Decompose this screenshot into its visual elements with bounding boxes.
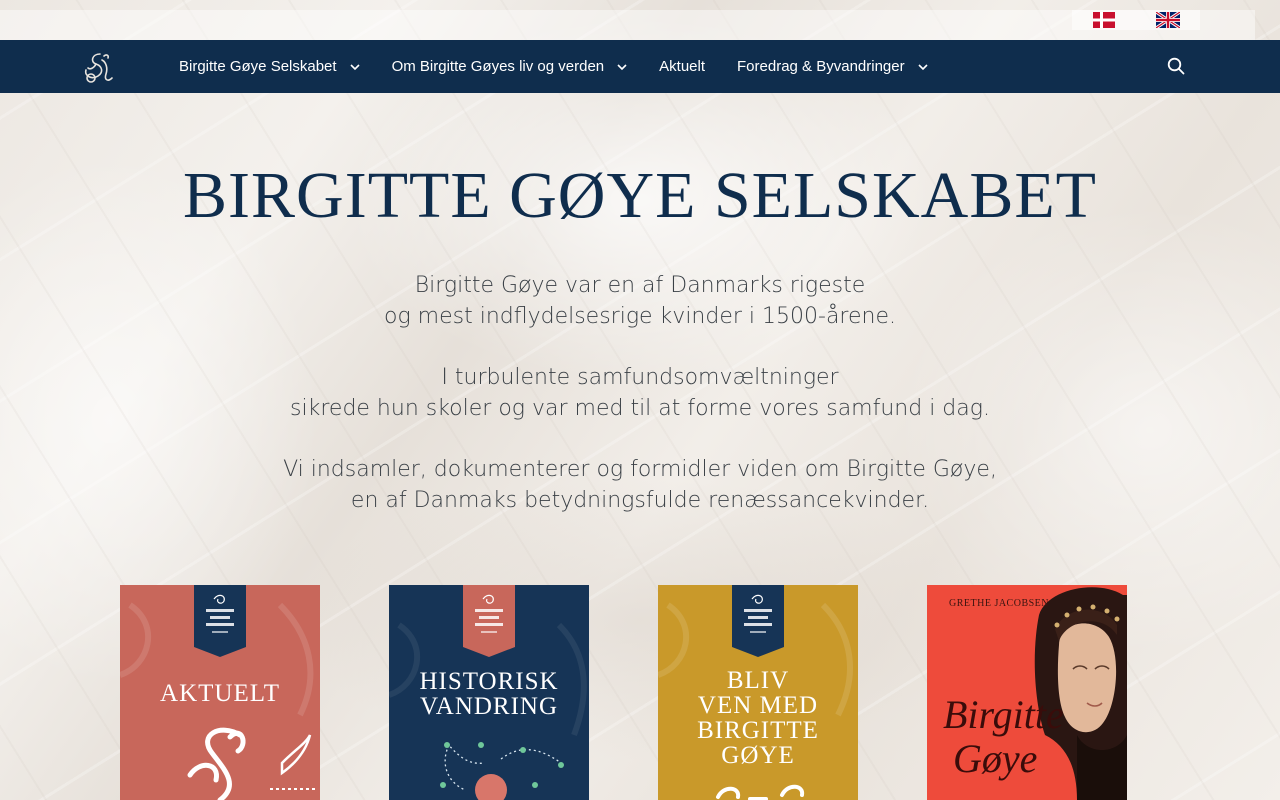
card-historisk-vandring[interactable]: HISTORISK VANDRING [389,585,589,800]
society-badge-icon [732,585,784,657]
book-title-line: Birgitte [943,692,1064,737]
nav-item-label: Om Birgitte Gøyes liv og verden [391,58,605,75]
intro-line: I turbulente samfundsomvæltninger [441,365,839,390]
nav-item-label: Aktuelt [659,58,706,75]
card-title: AKTUELT [120,681,320,706]
intro-paragraph: Vi indsamler, dokumenterer og formidler … [0,454,1280,516]
card-title: BLIV VEN MED BIRGITTE GØYE [658,668,858,768]
search-button[interactable] [1166,55,1186,77]
search-icon [1167,57,1185,75]
card-title-line: BLIV [726,667,790,694]
card-title-line: HISTORISK [419,668,559,695]
nav-menu: Birgitte Gøye Selskabet Om Birgitte Gøye… [163,40,944,93]
uk-flag-icon [1156,12,1180,28]
danish-flag-icon [1093,12,1115,28]
card-title-line: AKTUELT [160,680,280,707]
chevron-down-icon [918,63,928,70]
language-strip [0,10,1255,40]
intro-line: Vi indsamler, dokumenterer og formidler … [283,457,997,482]
nav-item-om-birgitte-goyes-liv[interactable]: Om Birgitte Gøyes liv og verden [376,40,644,93]
home-logo-link[interactable] [78,48,116,86]
chevron-down-icon [617,63,627,70]
card-title-line: VANDRING [419,693,559,720]
intro-line: og mest indflydelsesrige kvinder i 1500-… [384,304,896,329]
language-bar [0,0,1280,40]
nav-item-foredrag-byvandringer[interactable]: Foredrag & Byvandringer [721,40,944,93]
nav-item-label: Foredrag & Byvandringer [737,58,905,75]
card-aktuelt[interactable]: AKTUELT [120,585,320,800]
intro-paragraph: Birgitte Gøye var en af Danmarks rigeste… [0,270,1280,332]
intro-line: Birgitte Gøye var en af Danmarks rigeste [414,273,866,298]
card-title: HISTORISK VANDRING [389,669,589,719]
chevron-down-icon [350,63,360,70]
nav-item-label: Birgitte Gøye Selskabet [179,58,337,75]
card-bliv-ven[interactable]: BLIV VEN MED BIRGITTE GØYE [658,585,858,800]
book-author: GRETHE JACOBSEN [949,598,1050,609]
nav-item-birgitte-goye-selskabet[interactable]: Birgitte Gøye Selskabet [163,40,376,93]
society-badge-icon [194,585,246,657]
intro-line: en af Danmaks betydningsfulde renæssance… [350,488,930,513]
book-title: Birgitte Gøye [943,692,1064,781]
feature-cards: AKTUELT HISTORISK VANDRING BLIV VEN MED … [0,585,1280,800]
book-title-line: Gøye [953,736,1038,781]
intro-line: sikrede hun skoler og var med til at for… [290,396,990,421]
intro-text: Birgitte Gøye var en af Danmarks rigeste… [0,270,1280,546]
language-danish[interactable] [1072,10,1136,30]
card-title-line: VEN MED [697,692,819,719]
page-title: BIRGITTE GØYE SELSKABET [183,159,1097,232]
card-book-birgitte-goye[interactable]: GRETHE JACOBSEN Birgitte Gøye [927,585,1127,800]
card-title-line: GØYE [721,742,795,769]
society-badge-icon [463,585,515,657]
language-english[interactable] [1136,10,1200,30]
main-navigation: Birgitte Gøye Selskabet Om Birgitte Gøye… [0,40,1280,93]
card-title-line: BIRGITTE [697,717,819,744]
nav-item-aktuelt[interactable]: Aktuelt [643,40,721,93]
bgs-monogram-logo [84,53,113,83]
intro-paragraph: I turbulente samfundsomvæltninger sikred… [0,362,1280,424]
